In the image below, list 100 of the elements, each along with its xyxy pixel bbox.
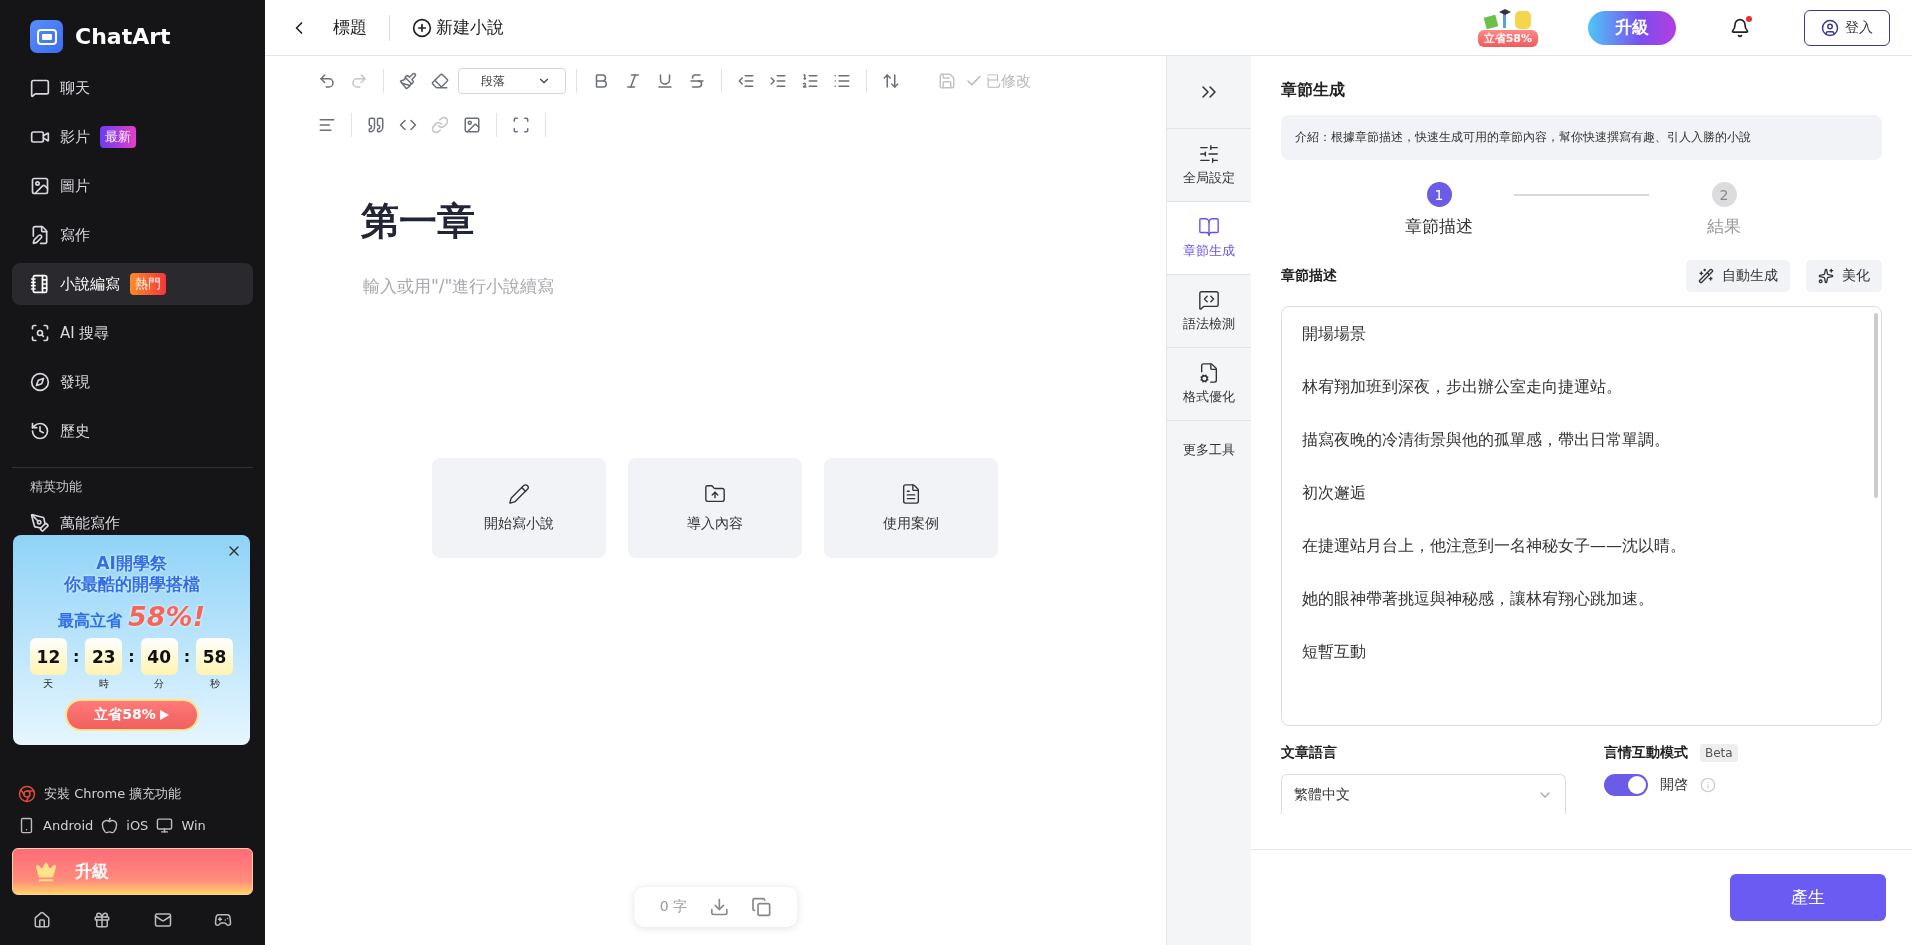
step-label: 章節描述	[1405, 215, 1473, 238]
chapter-heading[interactable]: 第一章	[361, 196, 1166, 247]
save-status: 已修改	[965, 71, 1031, 91]
countdown-value: 23	[85, 638, 123, 675]
sidebar-item[interactable]: 萬能寫作	[12, 502, 253, 544]
countdown-value: 12	[29, 638, 67, 675]
tool-tab[interactable]: 語法檢測	[1167, 274, 1251, 347]
tool-tab[interactable]: 更多工具	[1167, 420, 1251, 479]
field-label: 章節描述	[1281, 267, 1337, 285]
action-card[interactable]: 使用案例	[824, 458, 998, 558]
sidebar-item-label: 小說編寫	[60, 274, 120, 294]
gamepad-icon[interactable]	[213, 911, 232, 929]
search-icon	[30, 323, 50, 343]
new-novel-button[interactable]: 新建小說	[410, 14, 506, 41]
brand-name: ChatArt	[75, 24, 171, 49]
sidebar-item[interactable]: 小說編寫 熱門	[12, 263, 253, 305]
language-select[interactable]: 繁體中文	[1281, 774, 1566, 814]
copy-icon[interactable]	[751, 897, 772, 917]
badge: 最新	[100, 126, 136, 148]
document-pen-icon	[30, 225, 50, 245]
pencil-icon	[508, 483, 530, 505]
download-icon[interactable]	[709, 897, 730, 917]
apple-icon	[101, 817, 119, 834]
play-icon	[159, 710, 169, 720]
step-number: 1	[1426, 182, 1452, 207]
gift-icon[interactable]	[93, 911, 112, 929]
chat-icon	[30, 78, 50, 98]
paragraph-select[interactable]: 段落	[458, 68, 566, 94]
section-title: 精英功能	[29, 478, 83, 496]
sidebar-item-label: 發現	[60, 372, 90, 392]
sidebar-item-label: 聊天	[60, 78, 90, 98]
countdown-separator: :	[128, 646, 135, 668]
history-icon	[30, 421, 50, 441]
sidebar-item[interactable]: 歷史	[12, 410, 253, 452]
promo-discount: 58%!	[128, 601, 205, 632]
countdown-unit: 時	[98, 677, 109, 691]
document-icon	[900, 483, 922, 505]
plus-icon	[412, 17, 432, 38]
extension-link[interactable]: 安裝 Chrome 擴充功能	[44, 785, 182, 803]
badge: 熱門	[130, 273, 166, 295]
home-icon[interactable]	[33, 911, 52, 929]
user-icon	[1821, 18, 1839, 37]
description-field[interactable]: 開場場景 林宥翔加班到深夜，步出辦公室走向捷運站。 描寫夜晚的冷清街景與他的孤單感，帶出日常單調。 初次邂逅 在捷運站月台上，他注意到一名神秘女子——沈以晴。 她的眼神帶著挑逗與神秘感，讓林宥翔心跳加速。 短暫互動	[1281, 306, 1882, 726]
intro-text: 介紹：根據章節描述，快速生成可用的章節內容，幫你快速撰寫有趣、引人入勝的小說	[1281, 115, 1882, 160]
compass-icon	[30, 372, 50, 392]
step-number: 2	[1711, 182, 1737, 207]
countdown-unit: 秒	[209, 677, 220, 691]
book-icon	[1198, 216, 1220, 238]
countdown-unit: 天	[43, 677, 54, 691]
notebook-icon	[30, 274, 50, 294]
platform-link[interactable]: Android	[43, 818, 94, 833]
upgrade-button[interactable]: 升級	[1588, 10, 1676, 45]
platform-link[interactable]: Win	[181, 818, 206, 833]
sparkle-icon	[1818, 268, 1834, 284]
promo-subtitle: 你最酷的開學搭檔	[63, 574, 200, 595]
title-button[interactable]: 標題	[331, 14, 369, 41]
sidebar-item-label: AI 搜尋	[60, 323, 110, 343]
beautify-button[interactable]: 美化	[1806, 260, 1882, 292]
tool-tab[interactable]: 格式優化	[1167, 347, 1251, 420]
file-gear-icon	[1198, 362, 1220, 384]
mail-icon[interactable]	[153, 911, 172, 929]
sidebar-item-label: 歷史	[60, 421, 90, 441]
message-code-icon	[1198, 289, 1220, 311]
folder-upload-icon	[704, 483, 726, 505]
generate-button[interactable]: 產生	[1730, 874, 1886, 921]
countdown-value: 58	[196, 638, 234, 675]
login-button[interactable]: 登入	[1804, 9, 1890, 46]
sidebar-item[interactable]: 寫作	[12, 214, 253, 256]
countdown-unit: 分	[154, 677, 165, 691]
sidebar-item-label: 影片	[60, 127, 90, 147]
wand-icon	[1698, 268, 1714, 284]
toggle-label: 開啓	[1660, 776, 1688, 794]
sliders-icon	[1198, 143, 1220, 165]
sidebar-item[interactable]: 圖片	[12, 165, 253, 207]
platform-link[interactable]: iOS	[126, 818, 149, 833]
sidebar-item[interactable]: 發現	[12, 361, 253, 403]
countdown-separator: :	[72, 646, 80, 668]
field-label: 文章語言	[1281, 744, 1338, 762]
field-label: 言情互動模式	[1604, 744, 1688, 762]
crown-icon	[35, 860, 57, 883]
action-card[interactable]: 開始寫小說	[432, 458, 606, 558]
auto-generate-button[interactable]: 自動生成	[1686, 260, 1790, 292]
sidebar-item-label: 寫作	[60, 225, 90, 245]
chrome-icon	[18, 785, 36, 803]
pen-icon	[30, 513, 50, 533]
panel-title: 章節生成	[1281, 80, 1346, 101]
promo-text: 最高立省	[58, 611, 122, 632]
sidebar-item[interactable]: 影片 最新	[12, 116, 253, 158]
countdown-value: 40	[140, 638, 178, 675]
beta-tag: Beta	[1700, 744, 1738, 762]
step-label: 結果	[1707, 215, 1741, 238]
action-card[interactable]: 導入內容	[628, 458, 802, 558]
tool-tab[interactable]: 章節生成	[1167, 201, 1251, 274]
promo-title: AI開學祭	[96, 553, 167, 574]
sidebar-item[interactable]: AI 搜尋	[12, 312, 253, 354]
countdown-separator: :	[183, 646, 191, 668]
image-icon	[30, 176, 50, 196]
sidebar-item[interactable]: 聊天	[12, 67, 253, 109]
word-count: 0 字	[659, 898, 688, 916]
mode-toggle[interactable]	[1604, 774, 1648, 796]
